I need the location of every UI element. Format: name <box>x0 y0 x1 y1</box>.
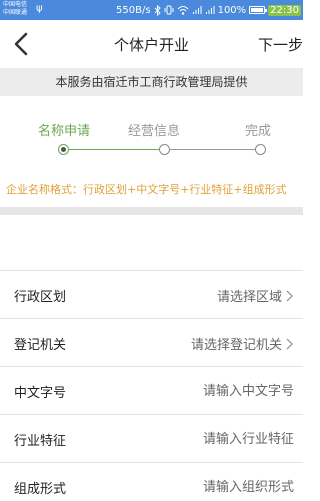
service-notice: 本服务由宿迁市工商行政管理局提供 <box>0 68 303 96</box>
battery-icon <box>249 6 268 14</box>
clock: 22:30 <box>268 4 301 16</box>
industry-label: 行业特征 <box>14 434 67 449</box>
region-value: 请选择区域 <box>216 290 282 305</box>
battery-percent: 100% <box>217 4 247 16</box>
industry-row: 行业特征 <box>0 414 303 462</box>
next-step-button[interactable]: 下一步 <box>258 34 303 55</box>
authority-value: 请选择登记机关 <box>190 338 282 353</box>
sim2-signal-icon <box>205 5 215 15</box>
authority-select-row[interactable]: 登记机关 请选择登记机关 <box>0 318 303 366</box>
region-select[interactable]: 请选择区域 <box>217 286 293 305</box>
industry-input[interactable] <box>164 428 294 450</box>
usb-icon: ψ <box>36 3 43 14</box>
name-format-hint: 企业名称格式：行政区划+中文字号+行业特征+组成形式 <box>6 183 287 196</box>
chinese-name-label: 中文字号 <box>14 386 67 401</box>
step-name-application: 名称申请 <box>37 124 90 139</box>
chevron-right-icon <box>286 338 293 349</box>
organization-form-input[interactable] <box>164 476 294 498</box>
chinese-name-row: 中文字号 <box>0 366 303 414</box>
step-business-info: 经营信息 <box>127 124 180 139</box>
chevron-right-icon <box>286 290 293 301</box>
carrier-1: 中国电信 <box>3 1 28 8</box>
step-line-active <box>68 149 163 150</box>
sim1-signal-icon <box>192 5 202 15</box>
wifi-icon <box>177 5 189 15</box>
organization-form-label: 组成形式 <box>14 482 67 497</box>
vibrate-icon <box>164 5 174 15</box>
section-divider <box>0 207 303 215</box>
step-dot-3 <box>255 144 266 155</box>
bluetooth-icon <box>154 4 161 16</box>
organization-form-row: 组成形式 <box>0 462 303 501</box>
carrier-2: 中国联通 <box>3 9 28 16</box>
carrier-info: 中国电信 中国联通 <box>3 1 27 17</box>
status-bar: 中国电信 中国联通 ψ 550B/s 100% 22:30 <box>0 0 303 20</box>
step-line-inactive <box>170 149 256 150</box>
name-application-form: 行政区划 请选择区域 登记机关 请选择登记机关 中文字号 行业特征 组成形式 <box>0 270 303 501</box>
authority-select[interactable]: 请选择登记机关 <box>191 334 293 353</box>
region-label: 行政区划 <box>14 290 67 305</box>
step-dot-2 <box>159 144 170 155</box>
app-header: 个体户开业 下一步 <box>0 20 303 68</box>
network-speed: 550B/s <box>116 4 151 16</box>
step-complete: 完成 <box>244 124 271 139</box>
progress-steps: 名称申请 经营信息 完成 <box>0 96 303 168</box>
chinese-name-input[interactable] <box>164 380 294 402</box>
step-dot-current <box>58 144 69 155</box>
authority-label: 登记机关 <box>14 338 67 353</box>
region-select-row[interactable]: 行政区划 请选择区域 <box>0 270 303 318</box>
